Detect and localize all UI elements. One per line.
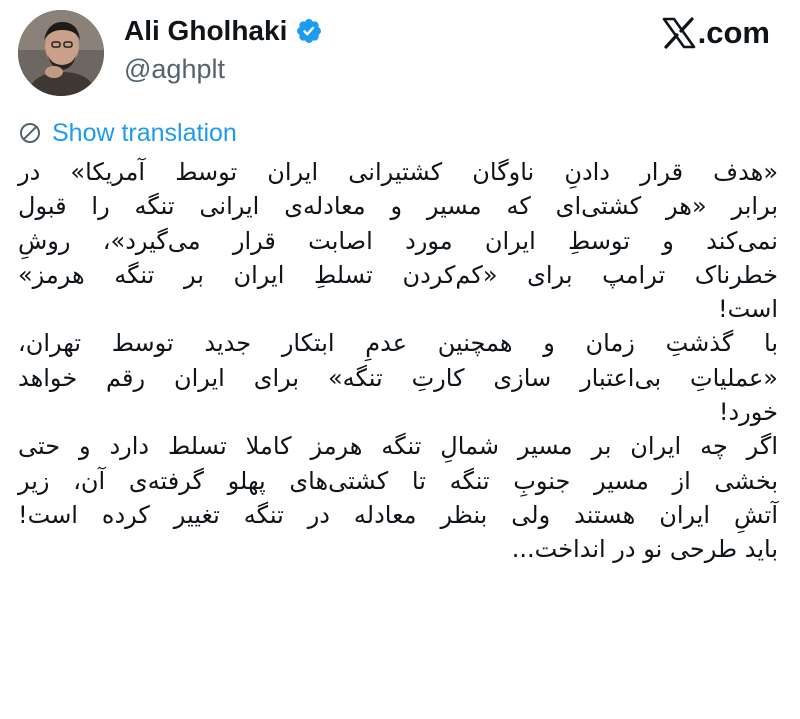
author-display-name[interactable]: Ali Gholhaki	[124, 14, 287, 48]
show-translation-label: Show translation	[52, 119, 237, 147]
avatar[interactable]	[18, 10, 104, 96]
brand-text: .com	[697, 15, 770, 50]
tweet-line: بخشی از مسیر جنوبِ تنگه تا کشتی‌های پهلو…	[18, 466, 778, 495]
author-handle[interactable]: @aghplt	[124, 52, 225, 86]
x-logo-icon	[662, 17, 696, 49]
tweet-line: خورد!	[718, 398, 778, 427]
tweet-line: باید طرحی نو در انداخت...	[511, 535, 778, 564]
brand-logo: .com	[662, 16, 770, 50]
tweet-line: اگر چه ایران بر مسیر شمالِ تنگه هرمز کام…	[18, 432, 778, 461]
tweet-line: «عملیاتِ بی‌اعتبار سازی کارتِ تنگه» برای…	[18, 363, 778, 392]
globe-icon	[18, 121, 42, 145]
tweet-line: «هدف قرار دادنِ ناوگان کشتیرانی ایران تو…	[18, 158, 778, 186]
profile-photo	[18, 10, 104, 96]
tweet-line: خطرناک ترامپ برای «کم‌کردن تسلطِ ایران ب…	[18, 260, 778, 289]
tweet-text: «هدف قرار دادنِ ناوگان کشتیرانی ایران تو…	[18, 155, 778, 567]
tweet-line: آتشِ ایران هستند ولی بنظر معادله در تنگه…	[18, 500, 778, 529]
verified-badge-icon	[295, 17, 323, 45]
tweet-line: نمی‌کند و توسطِ ایران مورد اصابت قرار می…	[18, 226, 778, 255]
tweet-line: برابر «هر کشتی‌ای که مسیر و معادله‌ی ایر…	[18, 192, 778, 221]
tweet-line: است!	[718, 295, 778, 324]
tweet-line: با گذشتِ زمان و همچنین عدمِ ابتکار جدید …	[18, 329, 778, 358]
show-translation-button[interactable]: Show translation	[18, 117, 237, 149]
author-name-row: Ali Gholhaki	[124, 14, 323, 48]
